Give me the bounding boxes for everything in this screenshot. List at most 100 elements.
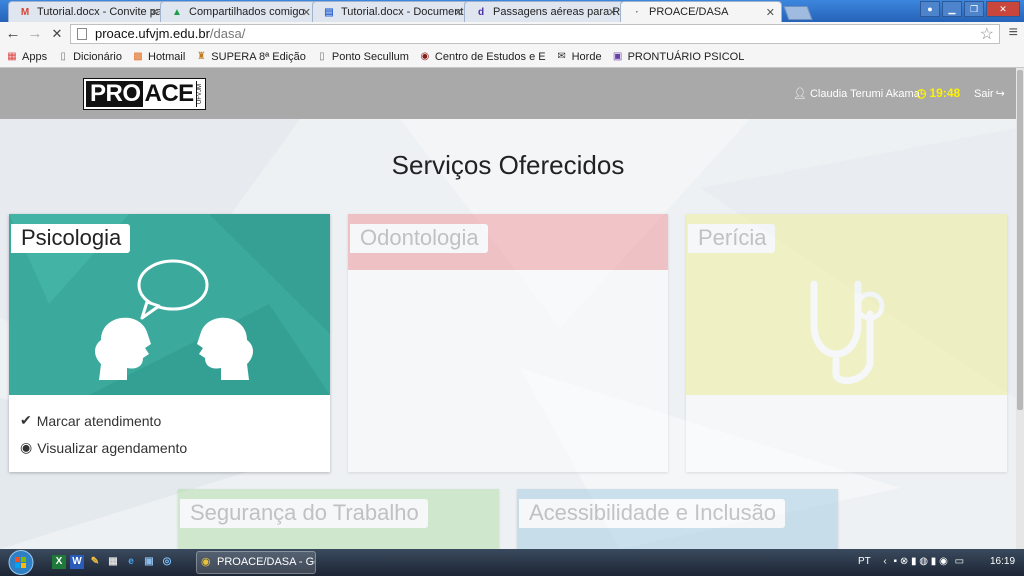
explorer-icon[interactable]: ▣ [142, 555, 156, 569]
excel-icon[interactable]: X [52, 555, 66, 569]
service-card-odontologia[interactable]: Odontologia [348, 214, 668, 472]
tab-drive[interactable]: ▲ Compartilhados comigo ✕ [160, 1, 318, 22]
start-button-icon[interactable] [6, 549, 36, 576]
clock-time[interactable]: 16:19 [990, 556, 1015, 567]
view-schedule-link[interactable]: ◉ Visualizar agendamento [20, 434, 187, 461]
tab-docs[interactable]: ▤ Tutorial.docx - Document ✕ [312, 1, 470, 22]
back-arrow-icon[interactable]: ← [4, 25, 22, 43]
decolar-icon: d [477, 7, 485, 18]
mail-icon: ✉ [557, 50, 566, 62]
supera-icon: ♜ [196, 50, 206, 62]
drive-icon: ▲ [172, 7, 182, 18]
loading-icon: · [635, 7, 639, 18]
tab-passagens[interactable]: d Passagens aéreas para Rio ✕ [464, 1, 624, 22]
bookmark-label: Horde [571, 50, 602, 63]
service-label: Segurança do Trabalho [180, 499, 428, 528]
service-card-psicologia[interactable]: Psicologia ✔ Marcar atendimento ◉ Visual… [9, 214, 330, 472]
logout-label: Sair [974, 87, 994, 100]
logo-pro-text: PRO [90, 80, 141, 107]
service-card-seguranca[interactable]: Segurança do Trabalho [178, 489, 499, 549]
bookmark-supera[interactable]: ♜ SUPERA 8ª Edição [195, 51, 306, 63]
service-card-pericia[interactable]: Perícia [686, 214, 1007, 472]
browser-tab-strip: M Tutorial.docx - Convite pa ✕ ▲ Compart… [0, 0, 1024, 22]
user-icon[interactable]: ● [920, 1, 940, 17]
page-scrollbar[interactable] [1016, 68, 1024, 549]
task-label: PROACE/DASA - Go... [217, 556, 315, 568]
eye-icon: ◉ [20, 439, 33, 455]
bookmark-label: Ponto Secullum [331, 50, 409, 63]
user-menu[interactable]: 👤︎ Claudia Terumi Akama [793, 87, 920, 101]
psicologia-actions: ✔ Marcar atendimento ◉ Visualizar agenda… [20, 407, 187, 461]
proace-logo[interactable]: PRO ACE UFVJM [83, 78, 206, 110]
menu-icon[interactable]: ≡ [1009, 24, 1018, 42]
service-label: Odontologia [350, 224, 488, 253]
scrollbar-thumb[interactable] [1017, 70, 1023, 410]
bookmark-horde[interactable]: ✉ Horde [556, 50, 602, 63]
user-icon: 👤︎ [793, 88, 807, 100]
tab-title: PROACE/DASA [649, 6, 729, 18]
windows-taskbar: X W ✎ ▦ e ▣ ◎ ◉ PROACE/DASA - Go... PT ‹… [0, 549, 1024, 576]
tab-gmail[interactable]: M Tutorial.docx - Convite pa ✕ [8, 1, 166, 22]
url-path: /dasa/ [209, 26, 246, 41]
internet-explorer-icon[interactable]: e [124, 555, 138, 569]
window-controls: ● ▁ ❐ ✕ [920, 1, 1020, 17]
bookmark-prontuario[interactable]: ▣ PRONTUÁRIO PSICOL [612, 50, 744, 63]
tools-icon[interactable]: ✎ [88, 555, 102, 569]
address-bar[interactable]: proace.ufvjm.edu.br/dasa/ [70, 24, 1000, 44]
service-label: Psicologia [11, 224, 131, 253]
network-icon[interactable]: ◎ [160, 555, 174, 569]
check-icon: ✔ [20, 412, 32, 428]
close-icon[interactable]: ✕ [766, 6, 775, 19]
service-label: Perícia [688, 224, 776, 253]
new-tab-button[interactable] [783, 6, 813, 20]
close-icon[interactable]: ✕ [150, 6, 159, 19]
browser-toolbar: ← → ✕ proace.ufvjm.edu.br/dasa/ ☆ ≡ [0, 22, 1024, 46]
bookmark-label: SUPERA 8ª Edição [211, 50, 306, 63]
bookmark-ponto[interactable]: ▯ Ponto Secullum [316, 51, 409, 63]
tray-expand-icon[interactable]: ‹ [883, 556, 886, 567]
close-window-icon[interactable]: ✕ [986, 1, 1020, 17]
page-icon: ▯ [60, 50, 66, 62]
docs-icon: ▤ [324, 7, 334, 18]
bookmark-dicionario[interactable]: ▯ Dicionário [57, 51, 122, 63]
tray-icons[interactable]: ▪ ⊗ ▮ ◍ ▮ ◉ [894, 556, 948, 567]
language-indicator[interactable]: PT [858, 556, 871, 567]
logo-sub-text: UFVJM [196, 81, 203, 107]
bookmark-star-icon[interactable]: ☆ [980, 24, 994, 44]
forward-arrow-icon[interactable]: → [26, 25, 44, 43]
page-content: PRO ACE UFVJM 👤︎ Claudia Terumi Akama ◷ … [0, 68, 1024, 549]
service-label: Acessibilidade e Inclusão [519, 499, 786, 528]
close-icon[interactable]: ✕ [302, 6, 311, 19]
action-label: Marcar atendimento [36, 412, 162, 429]
tab-proace[interactable]: · PROACE/DASA ✕ [620, 1, 782, 22]
tab-title: Tutorial.docx - Document [341, 6, 464, 18]
restore-icon[interactable]: ❐ [964, 1, 984, 17]
service-card-acessibilidade[interactable]: Acessibilidade e Inclusão [517, 489, 838, 549]
page-icon: ▯ [319, 50, 325, 62]
tab-title: Tutorial.docx - Convite pa [37, 6, 162, 18]
form-icon: ▣ [612, 50, 623, 62]
schedule-appointment-link[interactable]: ✔ Marcar atendimento [20, 407, 187, 434]
stop-loading-icon[interactable]: ✕ [48, 25, 66, 43]
bookmark-centro[interactable]: ◉ Centro de Estudos e E [419, 51, 546, 63]
bookmark-hotmail[interactable]: ▩ Hotmail [132, 51, 185, 63]
system-tray: PT ‹ ▪ ⊗ ▮ ◍ ▮ ◉ ▭ [858, 556, 964, 567]
url-host: proace.ufvjm.edu.br [95, 26, 210, 41]
apps-icon: ▦ [7, 50, 17, 62]
close-icon[interactable]: ✕ [608, 6, 617, 19]
windows-icon: ▩ [133, 50, 143, 62]
taskbar-chrome-window[interactable]: ◉ PROACE/DASA - Go... [196, 551, 316, 574]
action-label: Visualizar agendamento [37, 439, 188, 456]
bookmark-label: Dicionário [73, 50, 122, 63]
bookmark-apps[interactable]: ▦ Apps [6, 51, 47, 63]
top-navbar: PRO ACE UFVJM 👤︎ Claudia Terumi Akama ◷ … [0, 68, 1016, 119]
monitor-icon[interactable]: ▭ [955, 556, 964, 567]
gmail-icon: M [20, 7, 30, 18]
logout-link[interactable]: Sair ↪ [974, 87, 1005, 101]
minimize-icon[interactable]: ▁ [942, 1, 962, 17]
calculator-icon[interactable]: ▦ [106, 555, 120, 569]
shield-icon: ◉ [420, 50, 430, 62]
close-icon[interactable]: ✕ [454, 6, 463, 19]
word-icon[interactable]: W [70, 555, 84, 569]
session-clock: ◷ 19:48 [916, 86, 960, 100]
